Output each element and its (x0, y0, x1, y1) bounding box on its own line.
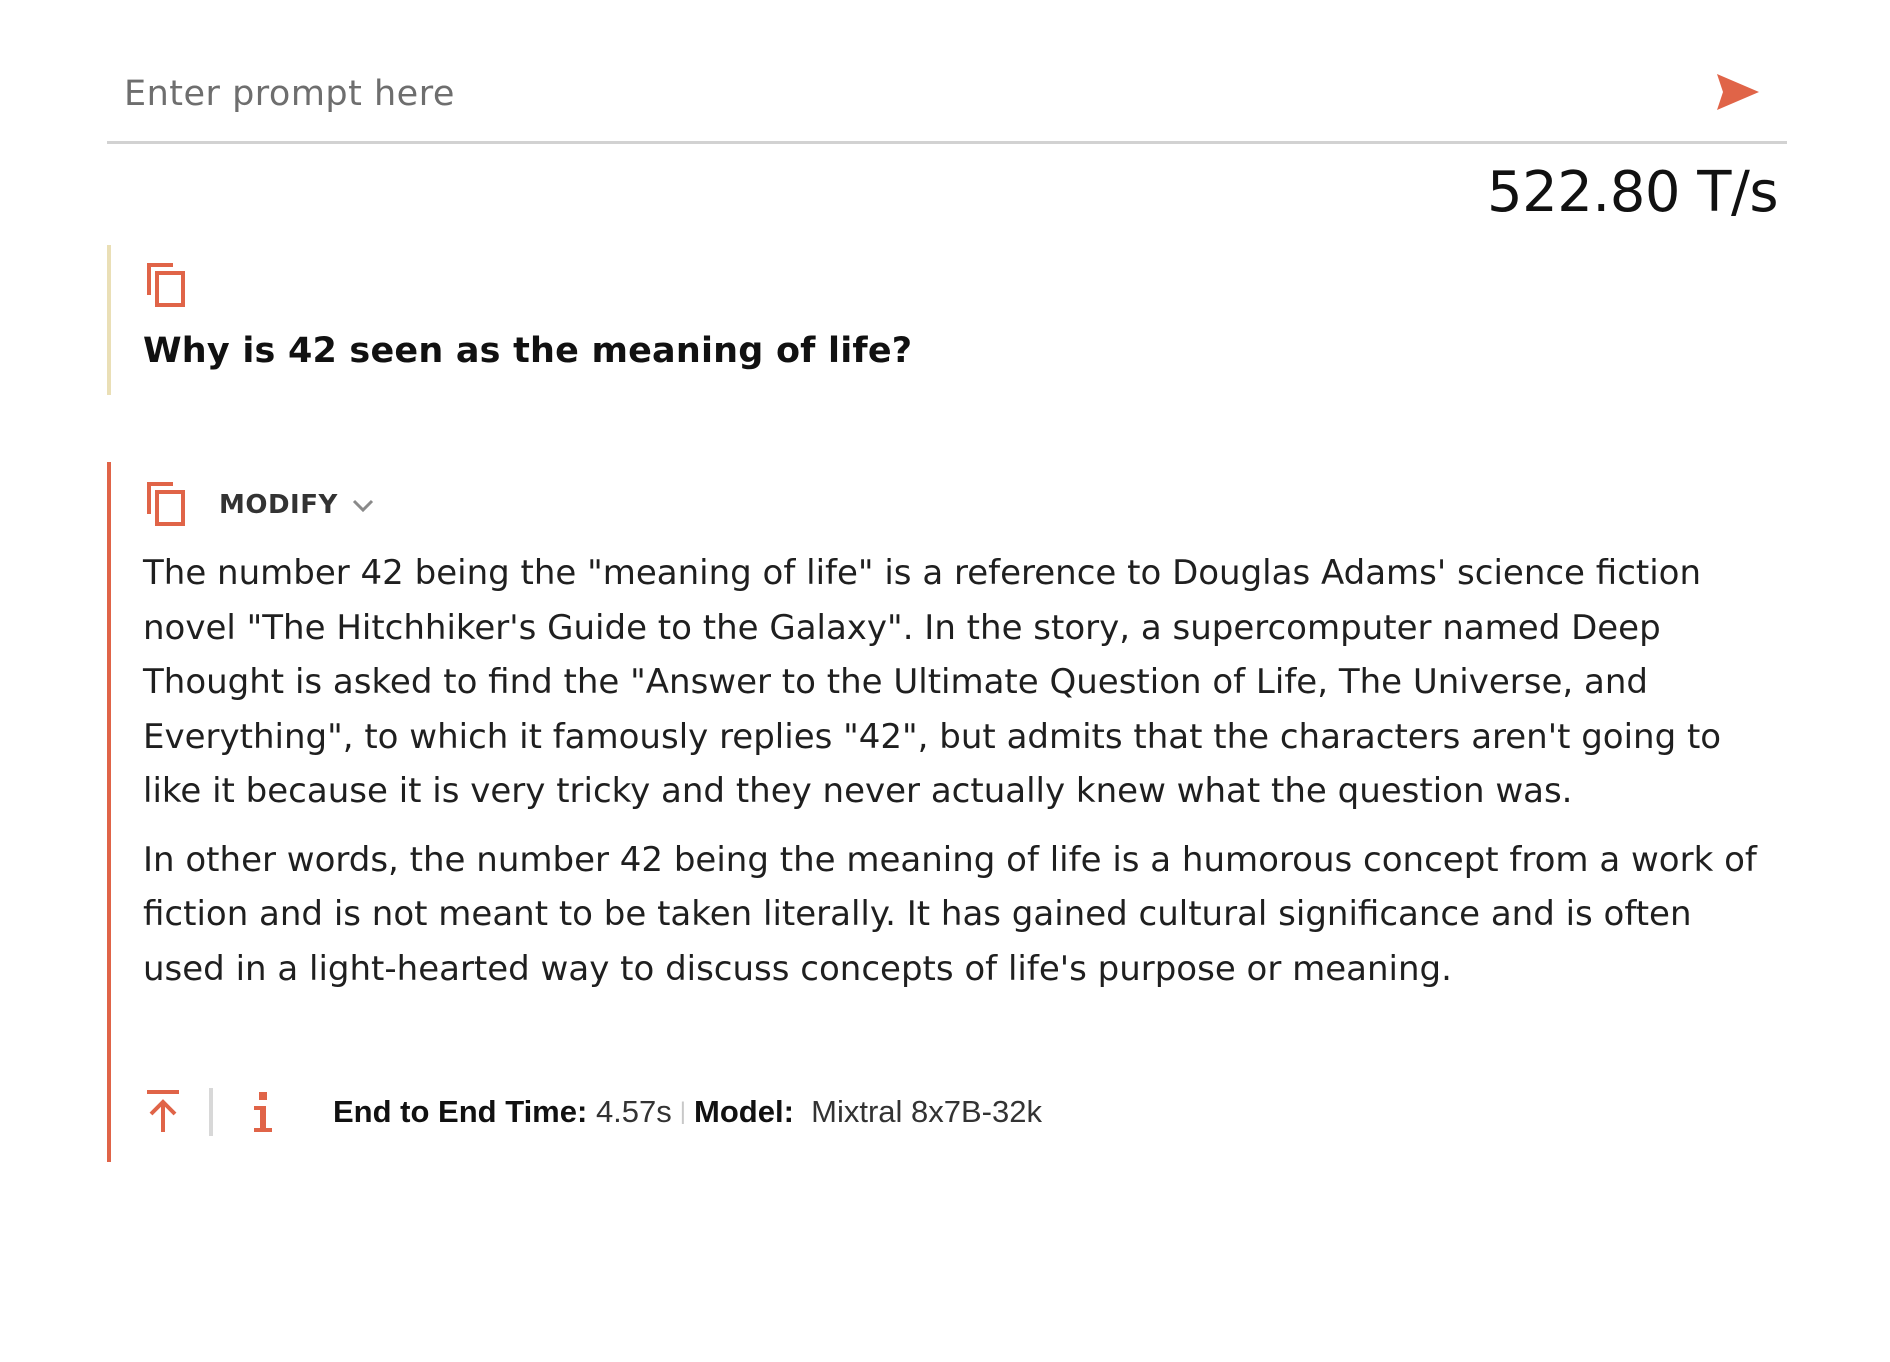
answer-footer: End to End Time: 4.57s | Model: Mixtral 8x… (143, 1082, 1042, 1142)
prompt-bar (107, 46, 1787, 144)
question-text: Why is 42 seen as the meaning of life? (143, 331, 913, 371)
copy-icon (145, 263, 187, 312)
info-button[interactable] (251, 1088, 275, 1137)
copy-icon (145, 482, 187, 531)
question-block: Why is 42 seen as the meaning of life? (107, 245, 1787, 395)
answer-toolbar: MODIFY (143, 478, 1787, 532)
footer-divider (209, 1088, 213, 1136)
model-value: Mixtral 8x7B-32k (811, 1094, 1042, 1129)
modify-label: MODIFY (219, 490, 338, 520)
arrow-up-to-top-icon (143, 1088, 183, 1137)
answer-paragraph: In other words, the number 42 being the … (143, 839, 1757, 989)
answer-paragraph: The number 42 being the "meaning of life… (143, 553, 1722, 811)
stats-separator: | (679, 1098, 687, 1125)
send-button[interactable] (1703, 59, 1773, 129)
answer-block: MODIFY The number 42 being the "meaning … (107, 462, 1787, 1162)
scroll-to-top-button[interactable] (143, 1088, 183, 1137)
copy-answer-button[interactable] (143, 480, 189, 530)
chevron-down-icon (352, 490, 374, 520)
prompt-input[interactable] (107, 48, 1703, 139)
info-icon (251, 1088, 275, 1137)
answer-text: The number 42 being the "meaning of life… (143, 546, 1783, 996)
response-stats: End to End Time: 4.57s | Model: Mixtral 8x… (333, 1094, 1042, 1130)
modify-dropdown[interactable]: MODIFY (219, 490, 374, 520)
copy-question-button[interactable] (143, 261, 189, 311)
model-label: Model: (694, 1094, 794, 1129)
throughput-readout: 522.80 T/s (1487, 160, 1779, 225)
time-value: 4.57s (595, 1094, 672, 1129)
chat-page: 522.80 T/s Why is 42 seen as the meaning… (0, 0, 1890, 1362)
send-arrow-icon (1715, 72, 1761, 115)
time-label: End to End Time: (333, 1094, 588, 1129)
